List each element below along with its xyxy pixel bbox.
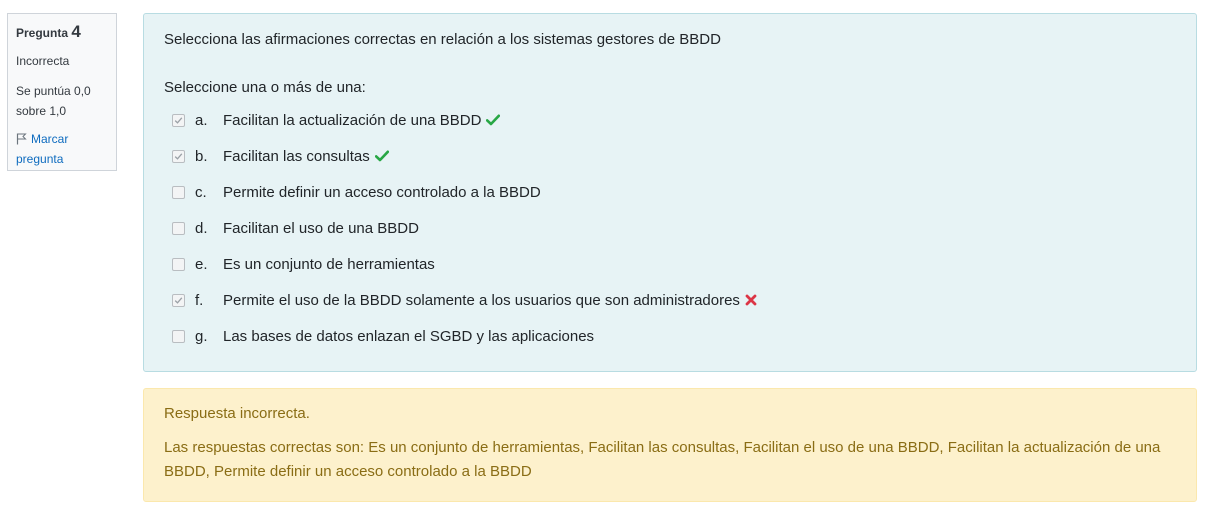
checkmark-icon: [174, 116, 183, 124]
answer-option: c. Permite definir un acceso controlado a…: [172, 174, 757, 210]
question-outcome: Respuesta incorrecta. Las respuestas cor…: [143, 388, 1197, 502]
question-grade: Se puntúa 0,0 sobre 1,0: [16, 84, 91, 118]
flag-question-link[interactable]: Marcar pregunta: [16, 129, 108, 169]
question-number: Pregunta 4: [16, 22, 108, 41]
answer-checkbox[interactable]: [172, 257, 185, 271]
answer-letter: f.: [195, 291, 204, 309]
answer-letter: b.: [195, 147, 208, 165]
correct-check-icon: [486, 114, 501, 126]
answer-option: f. Permite el uso de la BBDD solamente a …: [172, 282, 757, 318]
correct-check-icon: [374, 150, 389, 162]
answer-checkbox[interactable]: [172, 221, 185, 235]
answer-letter: d.: [195, 219, 208, 237]
answer-prompt: Seleccione una o más de una:: [164, 79, 366, 96]
answer-checkbox[interactable]: [172, 113, 185, 127]
answer-label: Es un conjunto de herramientas: [223, 255, 435, 273]
answer-label: Permite el uso de la BBDD solamente a lo…: [223, 291, 740, 309]
answer-option: a. Facilitan la actualización de una BBDD: [172, 102, 757, 138]
question-info-panel: Pregunta 4 Incorrecta Se puntúa 0,0 sobr…: [7, 13, 117, 171]
answer-option: e. Es un conjunto de herramientas: [172, 246, 757, 282]
question-number-value: 4: [71, 22, 81, 41]
answer-checkbox[interactable]: [172, 185, 185, 199]
answer-checkbox[interactable]: [172, 149, 185, 163]
answer-option: g. Las bases de datos enlazan el SGBD y l…: [172, 318, 757, 354]
answer-options: a. Facilitan la actualización de una BBDD…: [172, 102, 757, 354]
correct-answers-text: Las respuestas correctas son: Es un conj…: [164, 439, 1161, 480]
answer-label: Facilitan las consultas: [223, 147, 370, 165]
answer-letter: e.: [195, 255, 208, 273]
outcome-feedback: Respuesta incorrecta.: [164, 405, 310, 422]
answer-option: d. Facilitan el uso de una BBDD: [172, 210, 757, 246]
answer-letter: g.: [195, 327, 208, 345]
answer-letter: a.: [195, 111, 208, 129]
answer-option: b. Facilitan las consultas: [172, 138, 757, 174]
flag-icon: [16, 133, 27, 145]
checkmark-icon: [174, 152, 183, 160]
answer-label: Facilitan la actualización de una BBDD: [223, 111, 482, 129]
checkmark-icon: [174, 296, 183, 304]
incorrect-cross-icon: [745, 294, 757, 306]
question-label: Pregunta: [16, 26, 69, 40]
answer-letter: c.: [195, 183, 207, 201]
question-formulation: Selecciona las afirmaciones correctas en…: [143, 13, 1197, 372]
answer-checkbox[interactable]: [172, 293, 185, 307]
answer-label: Facilitan el uso de una BBDD: [223, 219, 419, 237]
answer-checkbox[interactable]: [172, 329, 185, 343]
question-state: Incorrecta: [16, 54, 70, 68]
answer-label: Las bases de datos enlazan el SGBD y las…: [223, 327, 595, 345]
answer-label: Permite definir un acceso controlado a l…: [223, 183, 541, 201]
question-text: Selecciona las afirmaciones correctas en…: [164, 31, 721, 48]
